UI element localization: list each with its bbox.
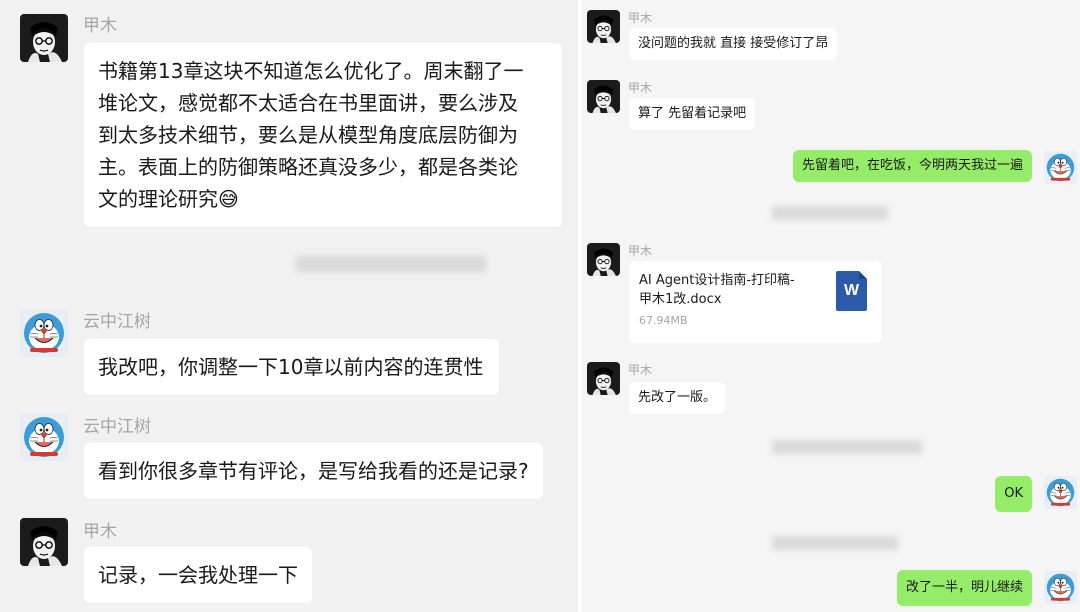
message-text: 先改了一版。 — [638, 390, 717, 405]
sender-name: 云中江树 — [83, 312, 151, 332]
blurred-timestamp — [772, 206, 888, 220]
message-line: 堆论文，感觉都不太适合在书里面讲，要么涉及 — [98, 91, 518, 115]
file-name: AI Agent设计指南-打印稿- 甲木1改.docx — [639, 271, 795, 309]
sender-name: 甲木 — [83, 522, 117, 542]
sender-name: 云中江树 — [83, 417, 151, 437]
my-message-bubble[interactable]: OK — [995, 476, 1032, 512]
blurred-timestamp — [772, 440, 922, 454]
message-text: 改了一半，明儿继续 — [905, 580, 1023, 595]
doraemon-avatar[interactable] — [20, 309, 68, 357]
file-message-card[interactable]: AI Agent设计指南-打印稿- 甲木1改.docx 67.94MB W — [629, 261, 882, 343]
message-line: 到太多技术细节，要么是从模型角度底层防御为 — [98, 123, 518, 147]
message-bubble[interactable]: 算了 先留着记录吧 — [629, 98, 756, 130]
message-line: 主。表面上的防御策略还真没多少，都是各类论 — [98, 155, 518, 179]
message-bubble[interactable]: 我改吧，你调整一下10章以前内容的连贯性 — [84, 339, 500, 395]
message-text: 没问题的我就 直接 接受修订了昂 — [638, 36, 829, 51]
jiamu-avatar[interactable] — [587, 362, 620, 395]
message-text: OK — [1004, 486, 1023, 501]
sender-name: 甲木 — [628, 11, 653, 25]
doraemon-avatar[interactable] — [20, 413, 68, 461]
message-text: 看到你很多章节有评论，是写给我看的还是记录? — [98, 459, 529, 483]
sweat-smile-emoji-icon: 😅 — [218, 187, 239, 211]
doraemon-avatar[interactable] — [1044, 476, 1077, 509]
message-text: 算了 先留着记录吧 — [638, 106, 747, 121]
sender-name: 甲木 — [628, 363, 653, 377]
file-name-line: AI Agent设计指南-打印稿- — [639, 273, 795, 288]
jiamu-avatar[interactable] — [587, 10, 620, 43]
message-line: 书籍第13章这块不知道怎么优化了。周末翻了一 — [98, 59, 524, 83]
doraemon-avatar[interactable] — [1044, 151, 1077, 184]
sender-name: 甲木 — [83, 16, 117, 36]
blurred-timestamp — [772, 536, 898, 550]
jiamu-avatar[interactable] — [587, 80, 620, 113]
message-bubble[interactable]: 没问题的我就 直接 接受修订了昂 — [629, 28, 838, 60]
file-name-line: 甲木1改.docx — [639, 292, 722, 307]
sender-name: 甲木 — [628, 244, 653, 258]
my-message-bubble[interactable]: 改了一半，明儿继续 — [896, 570, 1032, 606]
sender-name: 甲木 — [628, 81, 653, 95]
message-bubble[interactable]: 看到你很多章节有评论，是写给我看的还是记录? — [84, 443, 543, 499]
message-bubble[interactable]: 书籍第13章这块不知道怎么优化了。周末翻了一 堆论文，感觉都不太适合在书里面讲，… — [84, 43, 562, 227]
my-message-bubble[interactable]: 先留着吧，在吃饭，今明两天我过一遍 — [792, 150, 1032, 182]
doraemon-avatar[interactable] — [1044, 571, 1077, 604]
message-text: 记录，一会我处理一下 — [98, 563, 298, 587]
message-text: 我改吧，你调整一下10章以前内容的连贯性 — [98, 355, 484, 379]
jiamu-avatar[interactable] — [587, 243, 620, 276]
file-size: 67.94MB — [639, 314, 688, 327]
blurred-timestamp — [296, 256, 486, 272]
jiamu-avatar[interactable] — [20, 518, 68, 566]
right-chat-pane[interactable]: 甲木 没问题的我就 直接 接受修订了昂 甲木 算了 先留着记录吧 先留着吧，在吃… — [582, 0, 1080, 612]
message-text: 先留着吧，在吃饭，今明两天我过一遍 — [801, 158, 1023, 173]
word-document-icon: W — [836, 271, 867, 311]
message-line: 文的理论研究😅 — [98, 187, 239, 211]
left-chat-pane[interactable]: 甲木 书籍第13章这块不知道怎么优化了。周末翻了一 堆论文，感觉都不太适合在书里… — [0, 0, 578, 612]
jiamu-avatar[interactable] — [20, 14, 68, 62]
message-bubble[interactable]: 记录，一会我处理一下 — [84, 547, 312, 603]
message-bubble[interactable]: 先改了一版。 — [629, 382, 726, 414]
